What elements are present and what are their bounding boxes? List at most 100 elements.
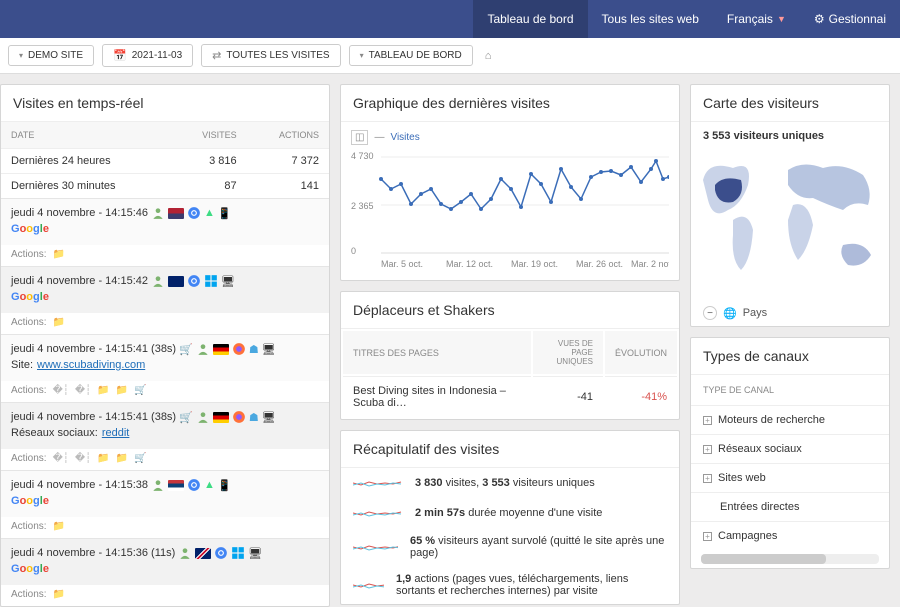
channel-row[interactable]: + Réseaux sociaux	[691, 434, 889, 463]
visit-row[interactable]: jeudi 4 novembre - 14:15:41 (38s) 🛒 ☗ 🖥S…	[1, 334, 329, 381]
nav-manager[interactable]: ⚙Gestionnai	[800, 0, 900, 38]
folder-icon: 📁	[97, 453, 109, 464]
channel-label: Moteurs de recherche	[718, 414, 825, 426]
scrollbar[interactable]	[701, 554, 879, 564]
channel-row[interactable]: + Campagnes	[691, 521, 889, 550]
chart-options-icon[interactable]: ◫	[351, 130, 368, 145]
zoom-out-icon[interactable]: −	[703, 306, 717, 320]
caret-icon: ▼	[777, 14, 786, 24]
google-icon: Google	[11, 495, 49, 507]
flag-icon	[168, 480, 184, 491]
recap-row: 1,9 actions (pages vues, téléchargements…	[341, 566, 679, 604]
globe-icon[interactable]: 🌐	[723, 307, 737, 320]
visit-time: jeudi 4 novembre - 14:15:38	[11, 479, 148, 491]
col-visits: VISITES	[172, 122, 247, 149]
visit-row[interactable]: jeudi 4 novembre - 14:15:38 ▲ 📱Google	[1, 470, 329, 517]
nav-language[interactable]: Français▼	[713, 0, 800, 38]
table-row[interactable]: Best Diving sites in Indonesia – Scuba d…	[343, 376, 677, 417]
channel-row[interactable]: + Sites web	[691, 463, 889, 492]
movers-title: Déplaceurs et Shakers	[341, 292, 679, 329]
expand-icon[interactable]: +	[703, 445, 712, 454]
svg-text:Mar. 5 oct.: Mar. 5 oct.	[381, 259, 423, 269]
cart-icon: 🛒	[134, 453, 146, 464]
site-selector[interactable]: ▾DEMO SITE	[8, 45, 94, 66]
actions-line: Actions:�┆ �┆ 📁 📁 🛒	[1, 381, 329, 402]
calendar-icon: 📅	[113, 49, 127, 62]
actions-line: Actions:�┆ �┆ 📁 📁 🛒	[1, 449, 329, 470]
segment-icon: ⇄	[212, 49, 221, 62]
svg-text:4 730: 4 730	[351, 151, 374, 161]
actions-line: Actions:📁	[1, 245, 329, 266]
nav-dashboard[interactable]: Tableau de bord	[473, 0, 587, 38]
toolbar: ▾DEMO SITE 📅2021-11-03 ⇄TOUTES LES VISIT…	[0, 38, 900, 74]
m-icon: �┆	[75, 453, 91, 464]
world-map[interactable]	[693, 150, 888, 300]
flag-icon	[213, 344, 229, 355]
home-icon[interactable]: ⌂	[481, 50, 496, 62]
svg-text:2 365: 2 365	[351, 201, 374, 211]
dashboard-selector[interactable]: ▾TABLEAU DE BORD	[349, 45, 473, 66]
actions-line: Actions:📁	[1, 313, 329, 334]
folder-icon: 📁	[116, 385, 128, 396]
channels-widget: Types de canaux TYPE DE CANAL +Moteurs d…	[690, 337, 890, 569]
google-icon: Google	[11, 563, 49, 575]
graph-title: Graphique des dernières visites	[341, 85, 679, 122]
visit-time: jeudi 4 novembre - 14:15:41 (38s)	[11, 343, 176, 355]
gear-icon: ⚙	[814, 12, 825, 26]
recap-row: 2 min 57s durée moyenne d'une visite	[341, 498, 679, 528]
svg-text:Mar. 19 oct.: Mar. 19 oct.	[511, 259, 558, 269]
visit-time: jeudi 4 novembre - 14:15:42	[11, 275, 148, 287]
realtime-title: Visites en temps-réel	[1, 85, 329, 122]
flag-icon	[195, 548, 211, 559]
flag-icon	[168, 276, 184, 287]
movers-widget: Déplaceurs et Shakers TITRES DES PAGES V…	[340, 291, 680, 420]
visits-chart[interactable]: 4 730 2 365 0 Mar. 5 oct. Mar. 12 oct. M…	[351, 149, 669, 269]
recap-row: 65 % visiteurs ayant survolé (quitté le …	[341, 528, 679, 566]
channel-label: Réseaux sociaux	[718, 443, 802, 455]
channel-row[interactable]: + Moteurs de recherche	[691, 405, 889, 434]
actions-line: Actions:📁	[1, 585, 329, 606]
visit-time: jeudi 4 novembre - 14:15:36 (11s)	[11, 547, 175, 559]
svg-text:0: 0	[351, 246, 356, 256]
segment-selector[interactable]: ⇄TOUTES LES VISITES	[201, 44, 340, 67]
m-icon: �┆	[53, 453, 69, 464]
ref-link[interactable]: www.scubadiving.com	[37, 359, 145, 371]
flag-icon	[213, 412, 229, 423]
visit-row[interactable]: jeudi 4 novembre - 14:15:41 (38s) 🛒 ☗ 🖥R…	[1, 402, 329, 449]
date-selector[interactable]: 📅2021-11-03	[102, 44, 193, 67]
graph-widget: Graphique des dernières visites ◫ —Visit…	[340, 84, 680, 281]
realtime-widget: Visites en temps-réel DATE VISITES ACTIO…	[0, 84, 330, 607]
expand-icon[interactable]: +	[703, 416, 712, 425]
actions-line: Actions:📁	[1, 517, 329, 538]
visit-row[interactable]: jeudi 4 novembre - 14:15:46 ▲ 📱Google	[1, 198, 329, 245]
folder-icon: 📁	[53, 317, 65, 328]
channel-label: Campagnes	[718, 530, 777, 542]
recap-title: Récapitulatif des visites	[341, 431, 679, 468]
channels-title: Types de canaux	[691, 338, 889, 375]
m-icon: �┆	[75, 385, 91, 396]
sparkline	[353, 475, 403, 491]
google-icon: Google	[11, 291, 49, 303]
expand-icon[interactable]: +	[703, 474, 712, 483]
expand-icon[interactable]: +	[703, 532, 712, 541]
channel-row[interactable]: Entrées directes	[691, 492, 889, 521]
svg-text:Mar. 26 oct.: Mar. 26 oct.	[576, 259, 623, 269]
folder-icon: 📁	[97, 385, 109, 396]
nav-all-sites[interactable]: Tous les sites web	[588, 0, 713, 38]
visit-row[interactable]: jeudi 4 novembre - 14:15:36 (11s) 🖥Googl…	[1, 538, 329, 585]
folder-icon: 📁	[53, 589, 65, 600]
flag-icon	[168, 208, 184, 219]
col-date: DATE	[1, 122, 172, 149]
top-nav: Tableau de bord Tous les sites web Franç…	[0, 0, 900, 38]
map-widget: Carte des visiteurs 3 553 visiteurs uniq…	[690, 84, 890, 327]
cart-icon: 🛒	[134, 385, 146, 396]
visit-time: jeudi 4 novembre - 14:15:41 (38s)	[11, 411, 176, 423]
col-actions: ACTIONS	[247, 122, 329, 149]
ref-link[interactable]: reddit	[102, 427, 130, 439]
map-title: Carte des visiteurs	[691, 85, 889, 122]
channel-label: Sites web	[718, 472, 766, 484]
visit-time: jeudi 4 novembre - 14:15:46	[11, 207, 148, 219]
svg-text:Mar. 12 oct.: Mar. 12 oct.	[446, 259, 493, 269]
visit-row[interactable]: jeudi 4 novembre - 14:15:42 🖥Google	[1, 266, 329, 313]
folder-icon: 📁	[53, 249, 65, 260]
